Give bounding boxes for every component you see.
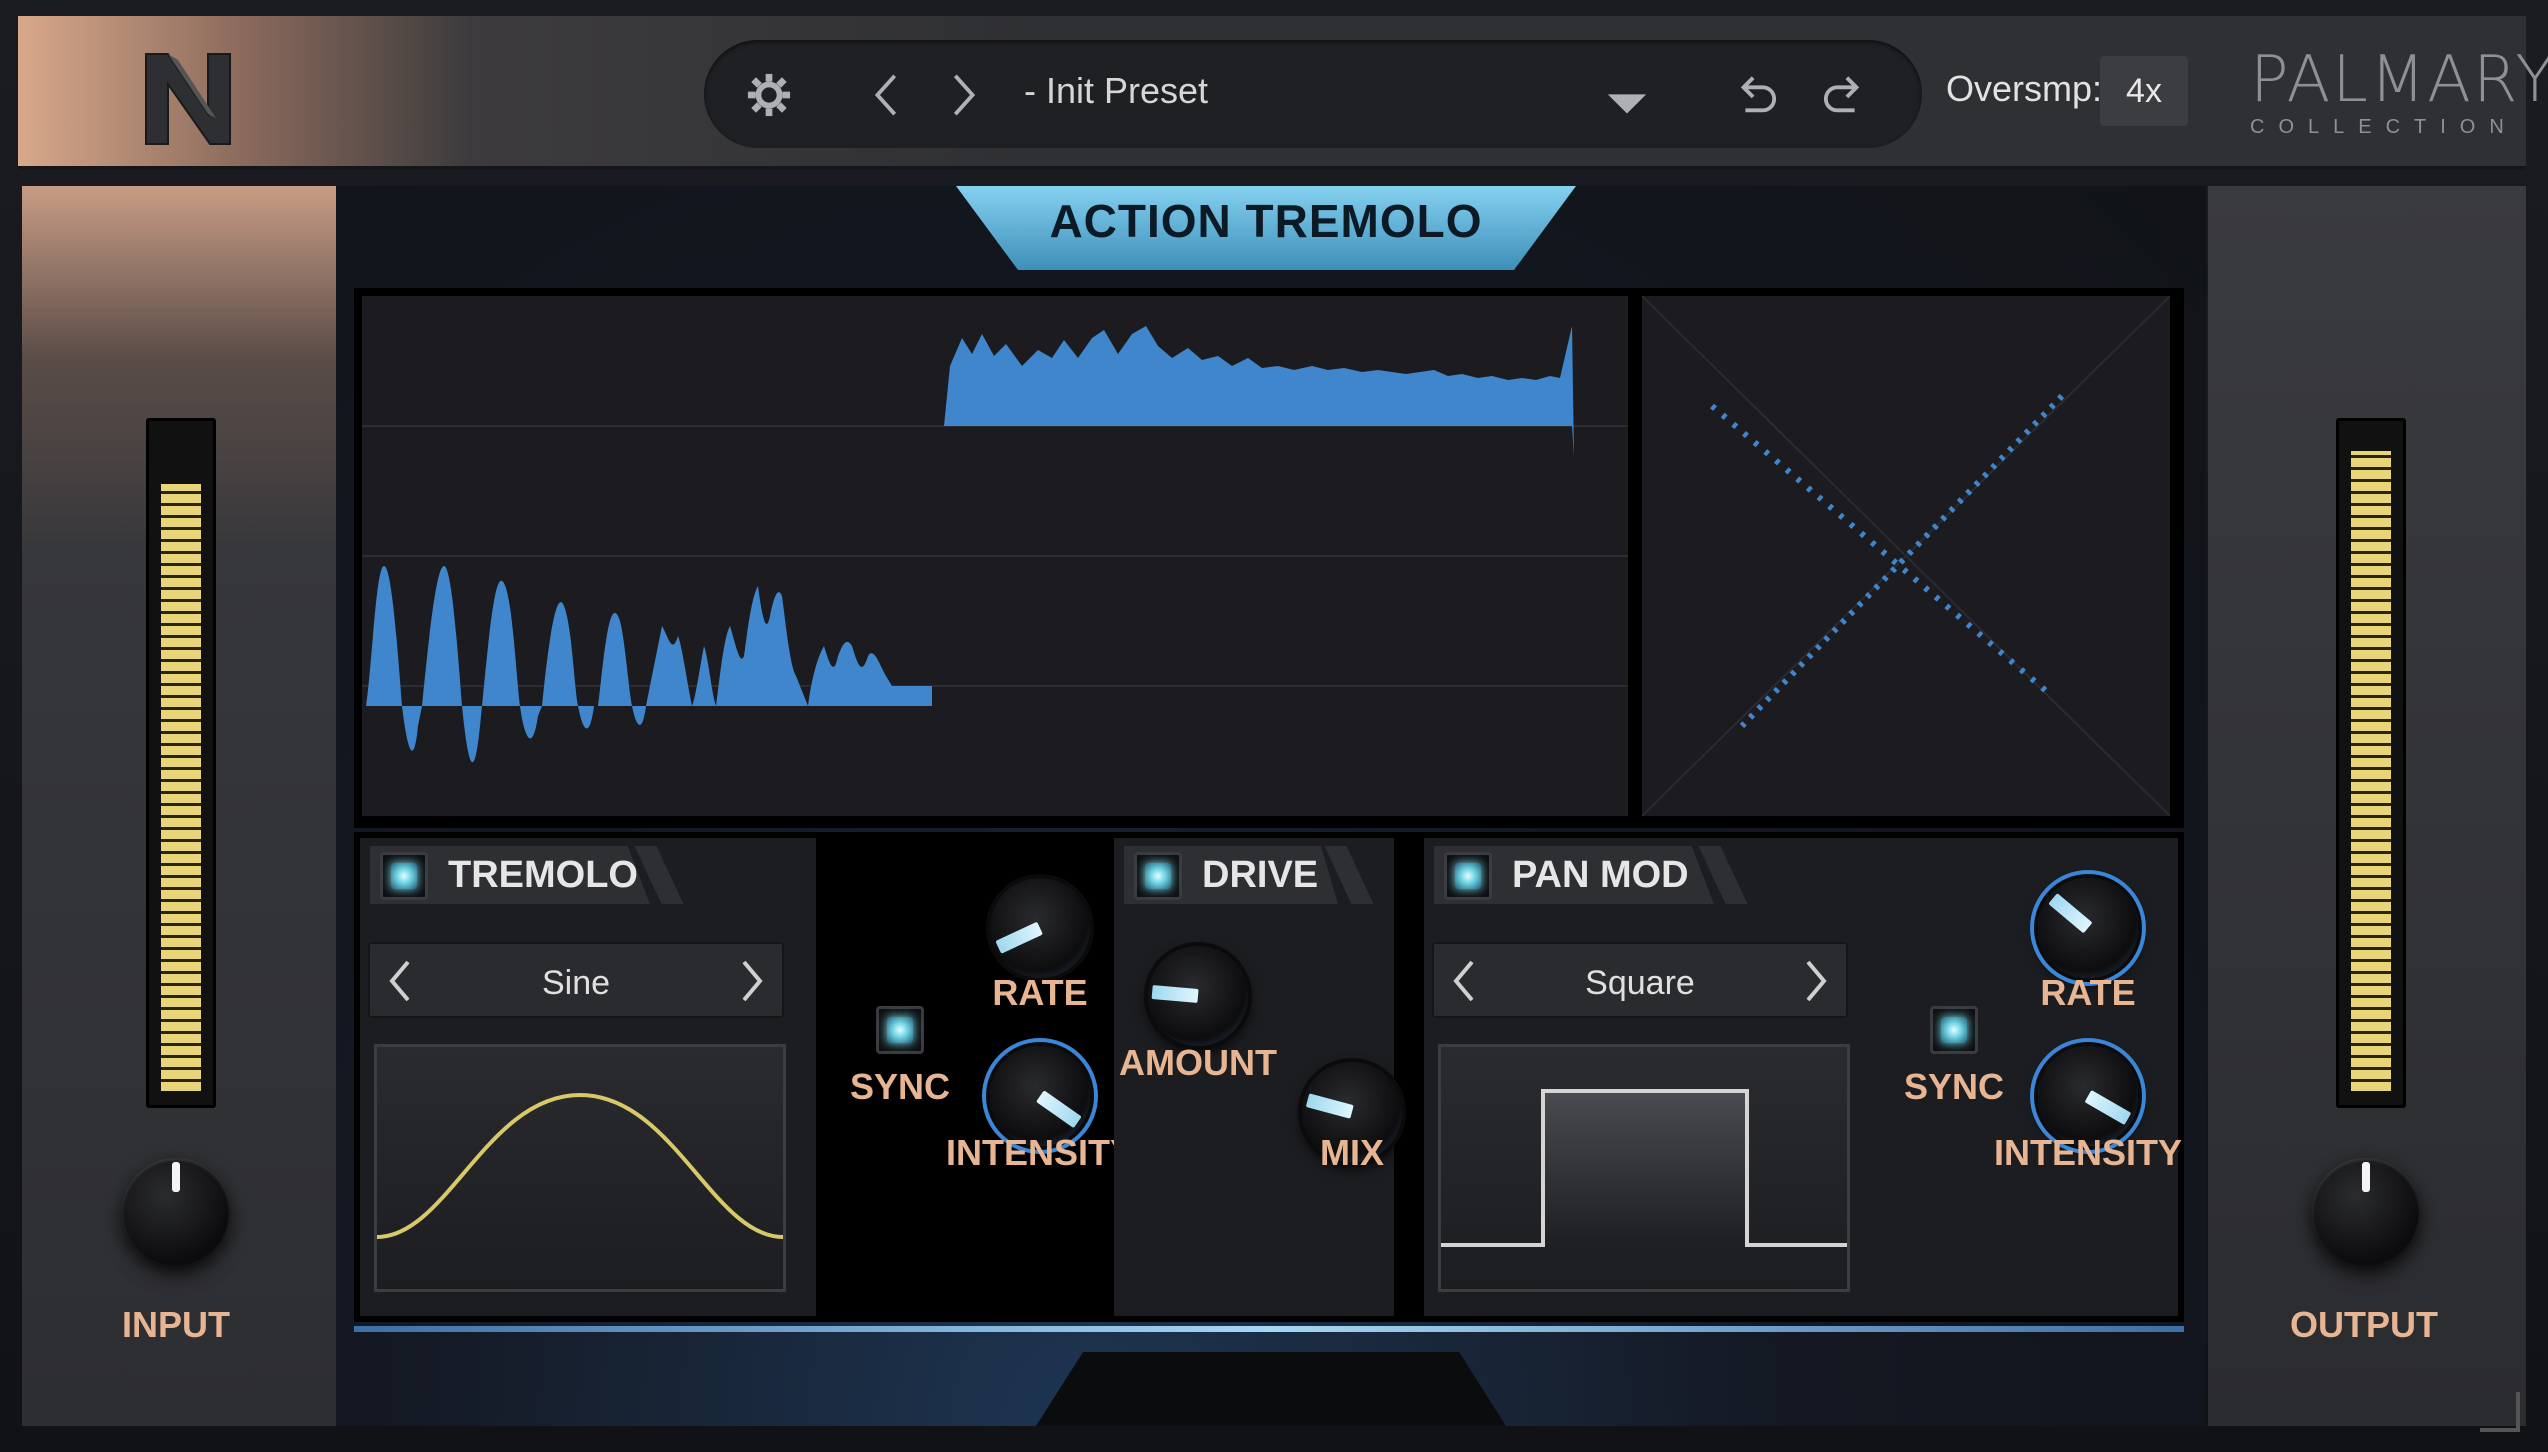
panmod-shape-value: Square [1585,964,1695,1002]
panmod-sync-toggle[interactable] [1930,1006,1978,1054]
input-meter-level [161,484,201,1091]
panmod-shape-selector: Square [1432,942,1848,1018]
preset-name[interactable]: - Init Preset [1024,70,1208,112]
accent-divider [354,1326,2184,1332]
drive-amount-knob[interactable] [1148,946,1248,1046]
redo-icon[interactable] [1822,72,1868,118]
knob-pointer [1305,1093,1354,1119]
input-knob[interactable] [122,1158,230,1266]
display-screen [354,288,2184,828]
panmod-intensity-knob[interactable] [2038,1046,2138,1146]
dropdown-arrow-icon[interactable] [1604,80,1650,126]
input-label: INPUT [122,1304,230,1345]
stereo-xy-display [1642,296,2170,816]
undo-icon[interactable] [1732,72,1778,118]
plugin-title: ACTION TREMOLO [1049,195,1483,247]
main-panel: ACTION TREMOLO TREMOLO Sine RATE SYNC IN… [336,186,2206,1426]
gear-icon[interactable] [746,72,792,118]
bottom-notch [1036,1352,1506,1426]
output-meter [2336,418,2406,1108]
knob-pointer [995,921,1043,954]
tremolo-label: TREMOLO [448,854,638,896]
chevron-right-icon[interactable] [732,956,772,1006]
knob-pointer [2084,1089,2132,1126]
chevron-left-icon[interactable] [380,956,420,1006]
tremolo-panel: TREMOLO Sine [360,838,816,1316]
top-bar: - Init Preset Oversmp: 4x PALMARY COLLEC… [18,16,2548,170]
n-logo-icon [145,53,231,145]
knob-indicator [172,1162,180,1192]
brand-logo: PALMARY COLLECTION [2250,43,2548,144]
panmod-rate-knob[interactable] [2038,878,2138,978]
panmod-intensity-label: INTENSITY [1993,1132,2182,1173]
panmod-lfo-preview [1438,1044,1850,1292]
chevron-right-icon[interactable] [940,72,986,118]
oversampling-selector[interactable]: 4x [2100,56,2188,126]
output-label: OUTPUT [2290,1304,2438,1345]
tremolo-intensity-knob[interactable] [990,1046,1090,1146]
input-panel: INPUT [22,186,340,1426]
resize-handle-icon[interactable] [2480,1392,2520,1432]
tremolo-sync-label: SYNC [849,1066,951,1107]
panmod-sync-label: SYNC [1903,1066,2005,1107]
square-curve [1441,1089,1847,1247]
output-panel: OUTPUT [2208,186,2526,1426]
drive-amount-label: AMOUNT [1119,1042,1277,1083]
sine-curve [376,1092,784,1239]
chevron-left-icon[interactable] [864,72,910,118]
tremolo-shape-selector: Sine [368,942,784,1018]
tremolo-lfo-preview [374,1044,786,1292]
tremolo-enable-toggle[interactable] [380,852,428,900]
drive-enable-toggle[interactable] [1134,852,1182,900]
tremolo-sync-toggle[interactable] [876,1006,924,1054]
drive-label: DRIVE [1202,854,1319,896]
chevron-right-icon[interactable] [1796,956,1836,1006]
knob-pointer [1151,985,1199,1003]
chevron-left-icon[interactable] [1444,956,1484,1006]
lower-waveform [366,566,932,763]
panmod-label: PAN MOD [1512,854,1689,896]
brand-main: PALMARY [2250,43,2548,117]
preset-bar: - Init Preset [704,40,1922,148]
panmod-rate-label: RATE [2040,972,2136,1013]
knob-pointer [2048,893,2093,934]
knob-indicator [2362,1162,2370,1192]
knob-pointer [1035,1090,1082,1129]
tremolo-rate-knob[interactable] [990,878,1090,978]
plugin-window: - Init Preset Oversmp: 4x PALMARY COLLEC… [0,0,2548,1452]
output-knob[interactable] [2312,1158,2420,1266]
panmod-enable-toggle[interactable] [1444,852,1492,900]
waveform-display [362,296,1628,816]
tremolo-shape-value: Sine [541,964,611,1002]
controls-area: TREMOLO Sine RATE SYNC INTENSITY DRIVE A… [354,832,2184,1322]
brand-sub: COLLECTION [2250,116,2518,138]
input-meter [146,418,216,1108]
upper-waveform [944,326,1574,456]
output-meter-level [2351,451,2391,1091]
oversampling-label: Oversmp: [1946,68,2103,109]
